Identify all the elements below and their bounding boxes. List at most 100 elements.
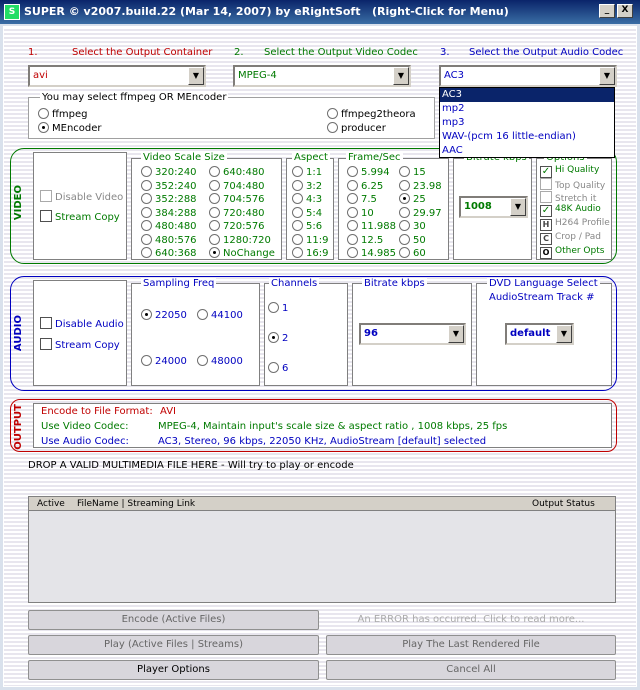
video-stream-copy-checkbox[interactable]: Stream Copy: [40, 210, 120, 223]
col-active[interactable]: Active: [37, 499, 65, 509]
fps-radio-b-5[interactable]: 50: [399, 233, 426, 246]
fps-radio-a-4[interactable]: 11.988: [347, 220, 396, 232]
channels-title: Channels: [269, 278, 320, 289]
scale-radio-b-2[interactable]: 704:576: [209, 193, 265, 205]
dropdown-option-aac[interactable]: AAC: [440, 144, 614, 158]
col-status[interactable]: Output Status: [532, 499, 595, 509]
disable-video-checkbox[interactable]: Disable Video: [40, 190, 123, 203]
fps-radio-b-label: 50: [413, 234, 426, 246]
h264-profile-button[interactable]: H H264 Profile: [540, 218, 610, 231]
minimize-button[interactable]: _: [599, 4, 615, 18]
chevron-down-icon[interactable]: ▼: [599, 67, 615, 85]
fps-radio-b-2[interactable]: 25: [399, 193, 426, 205]
hi-quality-checkbox[interactable]: ✓ Hi Quality: [540, 165, 599, 178]
scale-radio-a-4[interactable]: 480:480: [141, 220, 197, 232]
scale-radio-a-6[interactable]: 640:368: [141, 247, 197, 259]
crop-pad-button[interactable]: C Crop / Pad: [540, 232, 601, 245]
dropdown-option-mp3[interactable]: mp3: [440, 116, 614, 130]
play-last-button[interactable]: Play The Last Rendered File: [326, 635, 616, 655]
audio-bitrate-select[interactable]: 96 ▼: [359, 323, 466, 345]
title-bar[interactable]: S SUPER © v2007.build.22 (Mar 14, 2007) …: [0, 0, 640, 24]
chevron-down-icon[interactable]: ▼: [510, 198, 526, 216]
scale-radio-a-5[interactable]: 480:576: [141, 233, 197, 246]
aspect-radio-label: 1:1: [306, 167, 323, 178]
player-options-button[interactable]: Player Options: [28, 660, 319, 680]
fps-radio-a-2[interactable]: 7.5: [347, 193, 377, 205]
dropdown-option-mp2[interactable]: mp2: [440, 102, 614, 116]
freq-title: Sampling Freq: [141, 278, 217, 289]
other-opts-button[interactable]: O Other Opts: [540, 246, 604, 259]
scale-radio-b-5[interactable]: 1280:720: [209, 233, 271, 246]
radio-ffmpeg2theora[interactable]: ffmpeg2theora: [327, 108, 416, 120]
error-link[interactable]: An ERROR has occurred. Click to read mor…: [326, 610, 616, 630]
scale-radio-b-6[interactable]: NoChange: [209, 247, 275, 259]
video-codec-select[interactable]: MPEG-4 ▼: [233, 65, 411, 87]
freq-48000[interactable]: 48000: [197, 355, 243, 367]
fps-radio-b-4[interactable]: 30: [399, 220, 426, 232]
chevron-down-icon[interactable]: ▼: [448, 325, 464, 343]
file-list[interactable]: Active FileName | Streaming Link Output …: [28, 496, 616, 603]
dvd-track-select[interactable]: default ▼: [505, 323, 574, 345]
scale-radio-b-4[interactable]: 720:576: [209, 220, 265, 232]
aspect-radio-3[interactable]: 5:4: [292, 206, 323, 219]
play-active-button[interactable]: Play (Active Files | Streams): [28, 635, 319, 655]
chevron-down-icon[interactable]: ▼: [188, 67, 204, 85]
fps-radio-a-5[interactable]: 12.5: [347, 233, 383, 246]
video-codec-value: MPEG-4: [238, 70, 277, 81]
freq-22050[interactable]: 22050: [141, 309, 187, 321]
audio-codec-dropdown-list[interactable]: AC3 mp2 mp3 WAV-(pcm 16 little-endian) A…: [439, 87, 615, 158]
chevron-down-icon[interactable]: ▼: [393, 67, 409, 85]
fps-radio-a-6[interactable]: 14.985: [347, 247, 396, 259]
scale-radio-b-label: NoChange: [223, 248, 275, 259]
radio-ffmpeg[interactable]: ffmpeg: [38, 108, 87, 120]
close-button[interactable]: X: [617, 4, 633, 18]
scale-radio-b-3[interactable]: 720:480: [209, 206, 265, 219]
stretch-checkbox[interactable]: Stretch it: [540, 191, 596, 204]
scale-radio-a-3[interactable]: 384:288: [141, 206, 197, 219]
radio-producer[interactable]: producer: [327, 122, 386, 134]
cancel-all-button[interactable]: Cancel All: [326, 660, 616, 680]
fps-radio-a-1[interactable]: 6.25: [347, 179, 383, 192]
aspect-radio-2[interactable]: 4:3: [292, 193, 322, 205]
scale-radio-b-label: 704:576: [223, 194, 265, 205]
fps-radio-a-3[interactable]: 10: [347, 206, 374, 219]
fps-radio-b-3[interactable]: 29.97: [399, 206, 442, 219]
scale-radio-b-1[interactable]: 704:480: [209, 179, 265, 192]
radio-mencoder[interactable]: MEncoder: [38, 122, 102, 134]
aspect-radio-6[interactable]: 16:9: [292, 247, 328, 259]
freq-44100[interactable]: 44100: [197, 309, 243, 321]
disable-audio-checkbox[interactable]: Disable Audio: [40, 317, 124, 330]
fps-radio-b-0[interactable]: 15: [399, 166, 426, 178]
dropdown-option-wav[interactable]: WAV-(pcm 16 little-endian): [440, 130, 614, 144]
channels-2[interactable]: 2: [268, 332, 288, 344]
channels-1[interactable]: 1: [268, 302, 288, 314]
48k-audio-checkbox[interactable]: ✓ 48K Audio: [540, 204, 601, 217]
fps-radio-b-label: 23.98: [413, 180, 442, 192]
aspect-radio-0[interactable]: 1:1: [292, 166, 322, 178]
aspect-radio-label: 5:4: [306, 207, 323, 219]
video-bitrate-select[interactable]: 1008 ▼: [459, 196, 528, 218]
scale-radio-a-1[interactable]: 352:240: [141, 179, 197, 192]
chevron-down-icon[interactable]: ▼: [556, 325, 572, 343]
col-filename[interactable]: FileName | Streaming Link: [77, 499, 195, 509]
channels-6[interactable]: 6: [268, 362, 288, 374]
dropdown-option-ac3[interactable]: AC3: [440, 88, 614, 102]
container-select[interactable]: avi ▼: [28, 65, 206, 87]
scale-radio-a-0[interactable]: 320:240: [141, 166, 197, 178]
fps-radio-b-1[interactable]: 23.98: [399, 179, 442, 192]
fps-radio-b-6[interactable]: 60: [399, 247, 426, 259]
top-quality-checkbox[interactable]: Top Quality: [540, 178, 605, 191]
aspect-radio-4[interactable]: 5:6: [292, 220, 322, 232]
scale-radio-a-label: 640:368: [155, 248, 197, 259]
aspect-radio-1[interactable]: 3:2: [292, 179, 322, 192]
audio-stream-copy-checkbox[interactable]: Stream Copy: [40, 338, 120, 351]
scale-radio-b-0[interactable]: 640:480: [209, 166, 265, 178]
aspect-radio-5[interactable]: 11:9: [292, 233, 328, 246]
fps-radio-a-0[interactable]: 5.994: [347, 166, 390, 178]
scale-radio-a-label: 480:480: [155, 221, 197, 232]
scale-radio-a-2[interactable]: 352:288: [141, 193, 197, 205]
encode-button[interactable]: Encode (Active Files): [28, 610, 319, 630]
freq-24000[interactable]: 24000: [141, 355, 187, 367]
dvd-track-value: default: [510, 328, 551, 339]
audio-codec-select[interactable]: AC3 ▼: [439, 65, 617, 87]
